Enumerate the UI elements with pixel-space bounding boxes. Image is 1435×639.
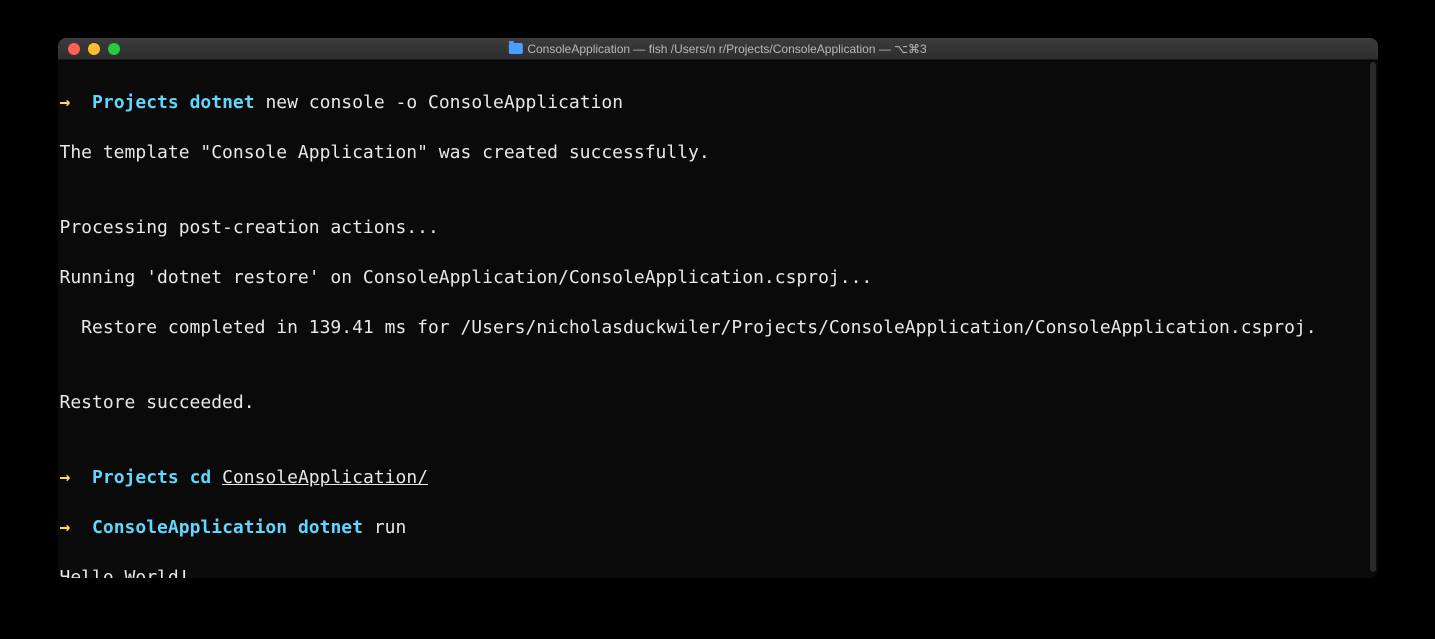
command-main: dotnet xyxy=(190,92,255,113)
prompt-dir: Projects xyxy=(92,92,179,113)
output-line: Restore succeeded. xyxy=(60,390,1376,415)
prompt-dir: Projects xyxy=(92,467,179,488)
output-line: Hello World! xyxy=(60,565,1376,578)
scrollbar[interactable] xyxy=(1370,62,1376,572)
command-args: ConsoleApplication/ xyxy=(222,467,428,488)
maximize-button[interactable] xyxy=(108,43,120,55)
window-title: ConsoleApplication — fish /Users/n r/Pro… xyxy=(508,42,926,56)
prompt-dir: ConsoleApplication xyxy=(92,517,287,538)
minimize-button[interactable] xyxy=(88,43,100,55)
terminal-body[interactable]: → Projects dotnet new console -o Console… xyxy=(58,60,1378,578)
prompt-arrow: → xyxy=(60,517,71,538)
output-line: Processing post-creation actions... xyxy=(60,215,1376,240)
output-line: The template "Console Application" was c… xyxy=(60,140,1376,165)
command-main: dotnet xyxy=(298,517,363,538)
prompt-line: → ConsoleApplication dotnet run xyxy=(60,515,1376,540)
folder-icon xyxy=(508,43,522,54)
command-main: cd xyxy=(190,467,212,488)
title-bar[interactable]: ConsoleApplication — fish /Users/n r/Pro… xyxy=(58,38,1378,60)
window-title-text: ConsoleApplication — fish /Users/n r/Pro… xyxy=(527,42,926,56)
prompt-arrow: → xyxy=(60,92,71,113)
prompt-line: → Projects cd ConsoleApplication/ xyxy=(60,465,1376,490)
prompt-arrow: → xyxy=(60,467,71,488)
command-args: run xyxy=(374,517,407,538)
output-line: Restore completed in 139.41 ms for /User… xyxy=(60,315,1376,340)
prompt-line: → Projects dotnet new console -o Console… xyxy=(60,90,1376,115)
close-button[interactable] xyxy=(68,43,80,55)
output-line: Running 'dotnet restore' on ConsoleAppli… xyxy=(60,265,1376,290)
command-args: new console -o ConsoleApplication xyxy=(265,92,623,113)
terminal-window: ConsoleApplication — fish /Users/n r/Pro… xyxy=(58,38,1378,578)
traffic-lights xyxy=(58,43,120,55)
